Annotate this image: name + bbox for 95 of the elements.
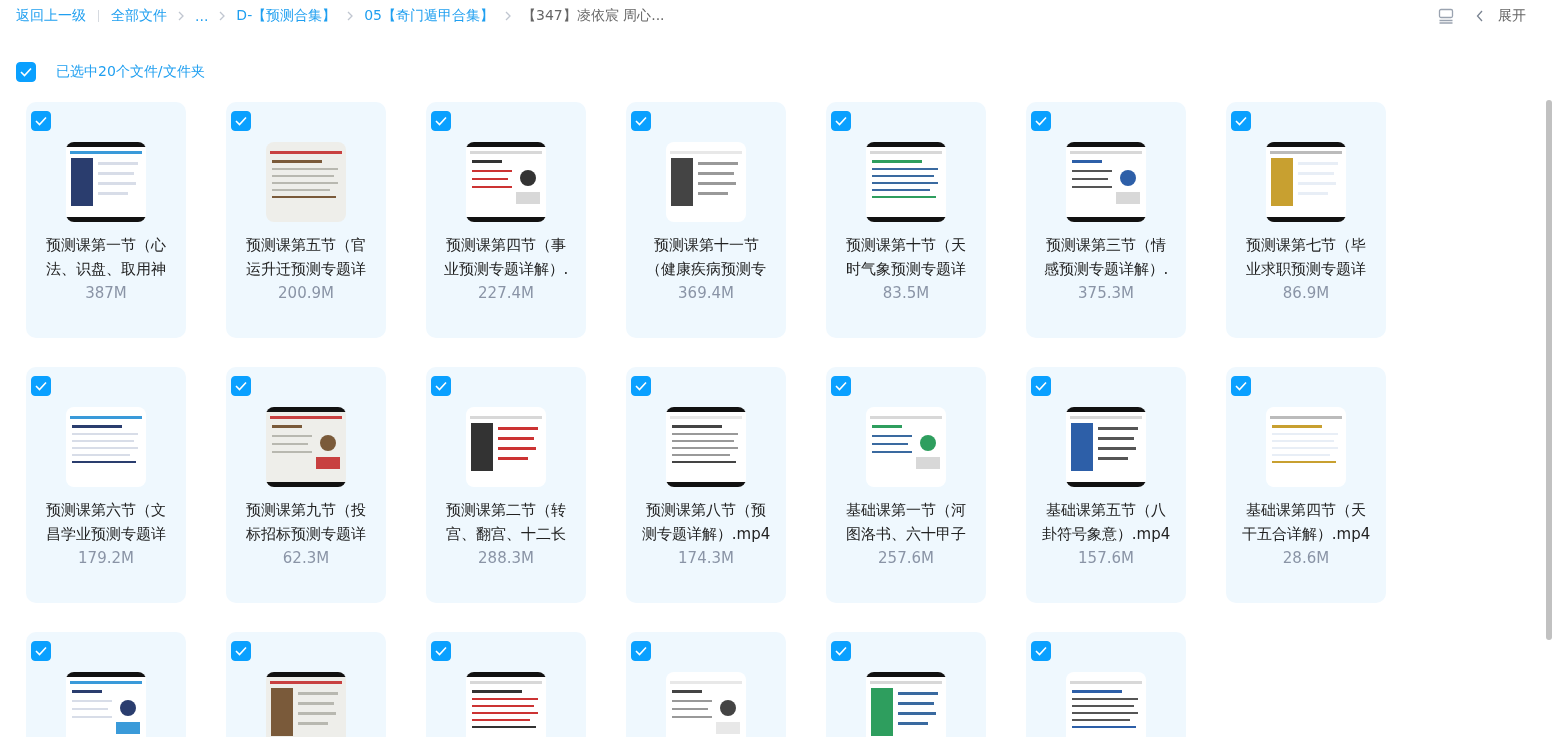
checkbox[interactable] xyxy=(431,111,451,131)
file-size: 227.4M xyxy=(478,283,534,304)
checkbox[interactable] xyxy=(631,641,651,661)
file-name: 预测课第六节（文 昌学业预测专题详 xyxy=(46,500,166,545)
file-card[interactable]: 预测课第二节（转 宫、翻宫、十二长 288.3M xyxy=(426,367,586,603)
checkbox[interactable] xyxy=(1231,376,1251,396)
file-size: 83.5M xyxy=(882,283,930,304)
file-size: 179.2M xyxy=(78,548,134,569)
checkbox[interactable] xyxy=(1031,376,1051,396)
file-card[interactable]: 基础课第一节（河 图洛书、六十甲子 257.6M xyxy=(826,367,986,603)
file-card[interactable]: 预测课第三节（情 感预测专题详解）. 375.3M xyxy=(1026,102,1186,338)
checkbox[interactable] xyxy=(31,376,51,396)
file-name: 预测课第九节（投 标招标预测专题详 xyxy=(246,500,366,545)
checkbox[interactable] xyxy=(631,376,651,396)
file-size: 375.3M xyxy=(1078,283,1134,304)
checkbox[interactable] xyxy=(31,111,51,131)
file-card[interactable]: 预测课第九节（投 标招标预测专题详 62.3M xyxy=(226,367,386,603)
file-name: 预测课第五节（官 运升迁预测专题详 xyxy=(246,235,366,280)
check-icon xyxy=(835,646,847,656)
check-icon xyxy=(35,381,47,391)
check-icon xyxy=(1235,116,1247,126)
check-icon xyxy=(235,381,247,391)
check-icon xyxy=(1035,381,1047,391)
file-size: 28.6M xyxy=(1282,548,1330,569)
file-name: 预测课第八节（预 测专题详解）.mp4 xyxy=(641,500,771,545)
chevron-icon xyxy=(346,11,355,21)
file-name: 基础课第四节（天 干五合详解）.mp4 xyxy=(1241,500,1371,545)
file-name: 预测课第十节（天 时气象预测专题详 xyxy=(846,235,966,280)
checkbox[interactable] xyxy=(1031,111,1051,131)
file-name: 预测课第三节（情 感预测专题详解）. xyxy=(1043,235,1169,280)
check-icon xyxy=(35,116,47,126)
checkbox[interactable] xyxy=(831,641,851,661)
list-view-button[interactable] xyxy=(1438,8,1454,24)
check-icon xyxy=(20,67,32,77)
check-icon xyxy=(1235,381,1247,391)
file-card[interactable]: 预测课第十节（天 时气象预测专题详 83.5M xyxy=(826,102,986,338)
file-card[interactable]: 预测课第十一节 （健康疾病预测专 369.4M xyxy=(626,102,786,338)
file-card[interactable]: 预测课第五节（官 运升迁预测专题详 200.9M xyxy=(226,102,386,338)
file-size: 157.6M xyxy=(1078,548,1134,569)
file-card[interactable]: 预测课第六节（文 昌学业预测专题详 179.2M xyxy=(26,367,186,603)
checkbox[interactable] xyxy=(831,376,851,396)
checkbox[interactable] xyxy=(631,111,651,131)
scrollbar[interactable] xyxy=(1546,100,1552,640)
checkbox[interactable] xyxy=(231,376,251,396)
file-size: 62.3M xyxy=(282,548,330,569)
file-name: 预测课第二节（转 宫、翻宫、十二长 xyxy=(446,500,566,545)
checkbox[interactable] xyxy=(1231,111,1251,131)
file-name: 预测课第十一节 （健康疾病预测专 xyxy=(646,235,766,280)
check-icon xyxy=(435,116,447,126)
selection-count: 已选中20个文件/文件夹 xyxy=(56,63,205,81)
file-name: 预测课第一节（心 法、识盘、取用神 xyxy=(46,235,166,280)
check-icon xyxy=(835,381,847,391)
check-icon xyxy=(1035,646,1047,656)
checkbox[interactable] xyxy=(31,641,51,661)
checkbox[interactable] xyxy=(431,376,451,396)
check-icon xyxy=(1035,116,1047,126)
check-icon xyxy=(635,116,647,126)
check-icon xyxy=(235,116,247,126)
check-icon xyxy=(35,646,47,656)
file-size: 86.9M xyxy=(1282,283,1330,304)
file-name: 基础课第五节（八 卦符号象意）.mp4 xyxy=(1041,500,1171,545)
file-size: 369.4M xyxy=(678,283,734,304)
file-card[interactable]: 预测课第八节（预 测专题详解）.mp4 174.3M xyxy=(626,367,786,603)
checkbox[interactable] xyxy=(231,641,251,661)
chevron-icon xyxy=(218,11,227,21)
check-icon xyxy=(635,646,647,656)
file-card[interactable]: 预测课第四节（事 业预测专题详解）. 227.4M xyxy=(426,102,586,338)
list-view-icon xyxy=(1438,8,1454,24)
check-icon xyxy=(435,646,447,656)
file-name: 预测课第七节（毕 业求职预测专题详 xyxy=(1246,235,1366,280)
expand-button[interactable]: 展开 xyxy=(1476,7,1526,25)
file-size: 288.3M xyxy=(478,548,534,569)
chevron-icon xyxy=(177,11,185,21)
chevron-icon xyxy=(504,11,513,21)
check-icon xyxy=(835,116,847,126)
check-icon xyxy=(235,646,247,656)
check-icon xyxy=(435,381,447,391)
file-card[interactable]: 预测课第一节（心 法、识盘、取用神 387M xyxy=(26,102,186,338)
chevron-icon xyxy=(1476,10,1484,22)
check-icon xyxy=(635,381,647,391)
file-card[interactable]: 预测课第七节（毕 业求职预测专题详 86.9M xyxy=(1226,102,1386,338)
checkbox[interactable] xyxy=(231,111,251,131)
checkbox[interactable] xyxy=(431,641,451,661)
file-size: 257.6M xyxy=(878,548,934,569)
file-name: 基础课第一节（河 图洛书、六十甲子 xyxy=(846,500,966,545)
file-name: 预测课第四节（事 业预测专题详解）. xyxy=(443,235,569,280)
file-size: 200.9M xyxy=(278,283,334,304)
checkbox[interactable] xyxy=(1031,641,1051,661)
file-size: 387M xyxy=(85,283,127,304)
current-folder: 【347】凌依宸 周心... xyxy=(522,7,665,25)
file-card[interactable]: 基础课第五节（八 卦符号象意）.mp4 157.6M xyxy=(1026,367,1186,603)
checkbox[interactable] xyxy=(16,62,36,82)
checkbox[interactable] xyxy=(831,111,851,131)
file-card[interactable]: 基础课第四节（天 干五合详解）.mp4 28.6M xyxy=(1226,367,1386,603)
file-size: 174.3M xyxy=(678,548,734,569)
